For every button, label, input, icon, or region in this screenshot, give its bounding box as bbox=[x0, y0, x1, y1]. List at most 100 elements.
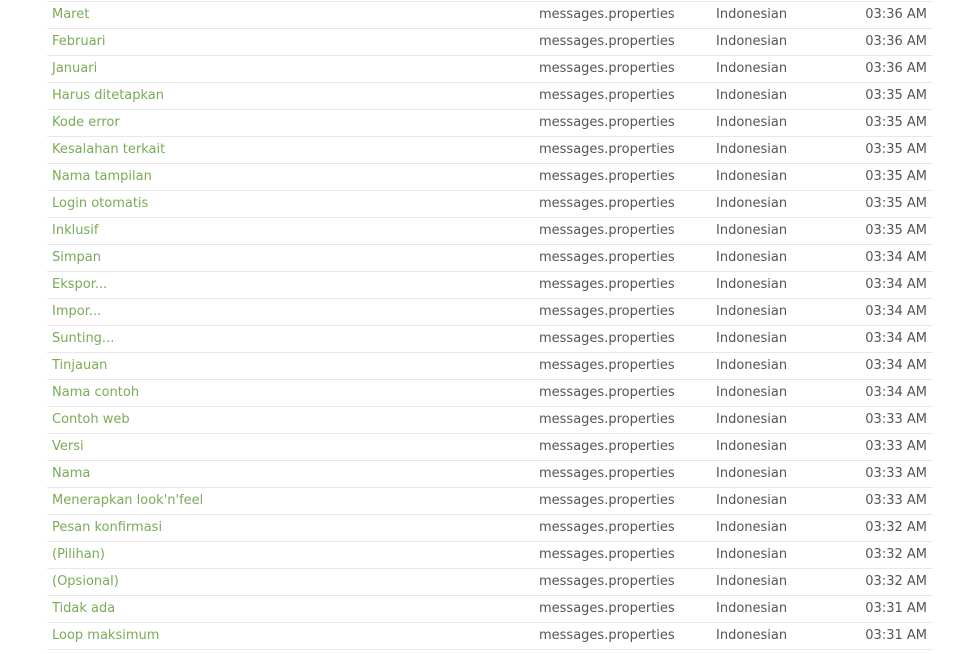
language-name: Indonesian bbox=[716, 358, 788, 373]
language-name: Indonesian bbox=[716, 520, 788, 535]
translation-key-link[interactable]: Nama bbox=[52, 461, 90, 487]
table-row: Tinjauan messages.properties Indonesian 03:… bbox=[47, 353, 933, 380]
table-row: (Opsional) messages.properties Indonesian 0… bbox=[47, 569, 933, 596]
timestamp: 03:36 AM bbox=[865, 7, 927, 22]
language-name: Indonesian bbox=[716, 61, 788, 76]
translation-key-link[interactable]: Nama contoh bbox=[52, 380, 139, 406]
language-name: Indonesian bbox=[716, 466, 788, 481]
translation-key-link[interactable]: Menerapkan look'n'feel bbox=[52, 488, 203, 514]
translation-key-link[interactable]: Impor... bbox=[52, 299, 101, 325]
language-name: Indonesian bbox=[716, 7, 788, 22]
file-name: messages.properties bbox=[539, 169, 675, 184]
table-row: Login otomatis messages.properties Indones… bbox=[47, 191, 933, 218]
timestamp: 03:34 AM bbox=[865, 277, 927, 292]
activity-list: Maret messages.properties Indonesian 03:36 … bbox=[47, 1, 933, 650]
table-row: Nama contoh messages.properties Indonesian… bbox=[47, 380, 933, 407]
translation-key-link[interactable]: Kode error bbox=[52, 110, 120, 136]
file-name: messages.properties bbox=[539, 547, 675, 562]
table-row: Nama tampilan messages.properties Indonesi… bbox=[47, 164, 933, 191]
file-name: messages.properties bbox=[539, 331, 675, 346]
language-name: Indonesian bbox=[716, 304, 788, 319]
table-row: Januari messages.properties Indonesian 03:3… bbox=[47, 56, 933, 83]
table-row: Kesalahan terkait messages.properties Indo… bbox=[47, 137, 933, 164]
table-row: Februari messages.properties Indonesian 03:… bbox=[47, 29, 933, 56]
file-name: messages.properties bbox=[539, 196, 675, 211]
table-row: Ekspor... messages.properties Indonesian 03… bbox=[47, 272, 933, 299]
translation-key-link[interactable]: Ekspor... bbox=[52, 272, 107, 298]
language-name: Indonesian bbox=[716, 34, 788, 49]
timestamp: 03:35 AM bbox=[865, 115, 927, 130]
language-name: Indonesian bbox=[716, 169, 788, 184]
timestamp: 03:34 AM bbox=[865, 358, 927, 373]
file-name: messages.properties bbox=[539, 304, 675, 319]
language-name: Indonesian bbox=[716, 196, 788, 211]
timestamp: 03:34 AM bbox=[865, 304, 927, 319]
language-name: Indonesian bbox=[716, 277, 788, 292]
timestamp: 03:33 AM bbox=[865, 466, 927, 481]
timestamp: 03:35 AM bbox=[865, 196, 927, 211]
file-name: messages.properties bbox=[539, 520, 675, 535]
translation-key-link[interactable]: Tidak ada bbox=[52, 596, 115, 622]
file-name: messages.properties bbox=[539, 277, 675, 292]
translation-key-link[interactable]: Pesan konfirmasi bbox=[52, 515, 162, 541]
translation-key-link[interactable]: (Pilihan) bbox=[52, 542, 105, 568]
timestamp: 03:34 AM bbox=[865, 250, 927, 265]
timestamp: 03:32 AM bbox=[865, 547, 927, 562]
file-name: messages.properties bbox=[539, 7, 675, 22]
translation-key-link[interactable]: Februari bbox=[52, 29, 106, 55]
file-name: messages.properties bbox=[539, 34, 675, 49]
translation-key-link[interactable]: Versi bbox=[52, 434, 84, 460]
translation-key-link[interactable]: Contoh web bbox=[52, 407, 130, 433]
language-name: Indonesian bbox=[716, 628, 788, 643]
translation-key-link[interactable]: Simpan bbox=[52, 245, 101, 271]
file-name: messages.properties bbox=[539, 412, 675, 427]
language-name: Indonesian bbox=[716, 412, 788, 427]
table-row: Menerapkan look'n'feel messages.propertie… bbox=[47, 488, 933, 515]
timestamp: 03:32 AM bbox=[865, 574, 927, 589]
translation-key-link[interactable]: Login otomatis bbox=[52, 191, 148, 217]
translation-key-link[interactable]: Sunting... bbox=[52, 326, 114, 352]
language-name: Indonesian bbox=[716, 115, 788, 130]
table-row: Kode error messages.properties Indonesian 0… bbox=[47, 110, 933, 137]
translation-key-link[interactable]: Maret bbox=[52, 2, 89, 28]
file-name: messages.properties bbox=[539, 439, 675, 454]
file-name: messages.properties bbox=[539, 142, 675, 157]
timestamp: 03:33 AM bbox=[865, 439, 927, 454]
translation-key-link[interactable]: Tinjauan bbox=[52, 353, 107, 379]
timestamp: 03:35 AM bbox=[865, 88, 927, 103]
table-row: Sunting... messages.properties Indonesian 0… bbox=[47, 326, 933, 353]
translation-key-link[interactable]: Januari bbox=[52, 56, 97, 82]
timestamp: 03:36 AM bbox=[865, 61, 927, 76]
language-name: Indonesian bbox=[716, 493, 788, 508]
translation-key-link[interactable]: Kesalahan terkait bbox=[52, 137, 165, 163]
timestamp: 03:31 AM bbox=[865, 601, 927, 616]
timestamp: 03:32 AM bbox=[865, 520, 927, 535]
table-row: Pesan konfirmasi messages.properties Indon… bbox=[47, 515, 933, 542]
file-name: messages.properties bbox=[539, 385, 675, 400]
file-name: messages.properties bbox=[539, 223, 675, 238]
language-name: Indonesian bbox=[716, 331, 788, 346]
translation-key-link[interactable]: Inklusif bbox=[52, 218, 98, 244]
file-name: messages.properties bbox=[539, 574, 675, 589]
table-row: Simpan messages.properties Indonesian 03:34… bbox=[47, 245, 933, 272]
timestamp: 03:33 AM bbox=[865, 412, 927, 427]
timestamp: 03:36 AM bbox=[865, 34, 927, 49]
translation-key-link[interactable]: Loop maksimum bbox=[52, 623, 159, 649]
timestamp: 03:34 AM bbox=[865, 385, 927, 400]
language-name: Indonesian bbox=[716, 601, 788, 616]
translation-key-link[interactable]: Nama tampilan bbox=[52, 164, 152, 190]
table-row: Tidak ada messages.properties Indonesian 03… bbox=[47, 596, 933, 623]
table-row: Versi messages.properties Indonesian 03:33 … bbox=[47, 434, 933, 461]
translation-key-link[interactable]: (Opsional) bbox=[52, 569, 119, 595]
language-name: Indonesian bbox=[716, 223, 788, 238]
table-row: Loop maksimum messages.properties Indonesi… bbox=[47, 623, 933, 650]
file-name: messages.properties bbox=[539, 466, 675, 481]
file-name: messages.properties bbox=[539, 601, 675, 616]
file-name: messages.properties bbox=[539, 115, 675, 130]
table-row: Contoh web messages.properties Indonesian 0… bbox=[47, 407, 933, 434]
table-row: Nama messages.properties Indonesian 03:33 A… bbox=[47, 461, 933, 488]
timestamp: 03:33 AM bbox=[865, 493, 927, 508]
table-row: Harus ditetapkan messages.properties Indon… bbox=[47, 83, 933, 110]
language-name: Indonesian bbox=[716, 142, 788, 157]
translation-key-link[interactable]: Harus ditetapkan bbox=[52, 83, 164, 109]
